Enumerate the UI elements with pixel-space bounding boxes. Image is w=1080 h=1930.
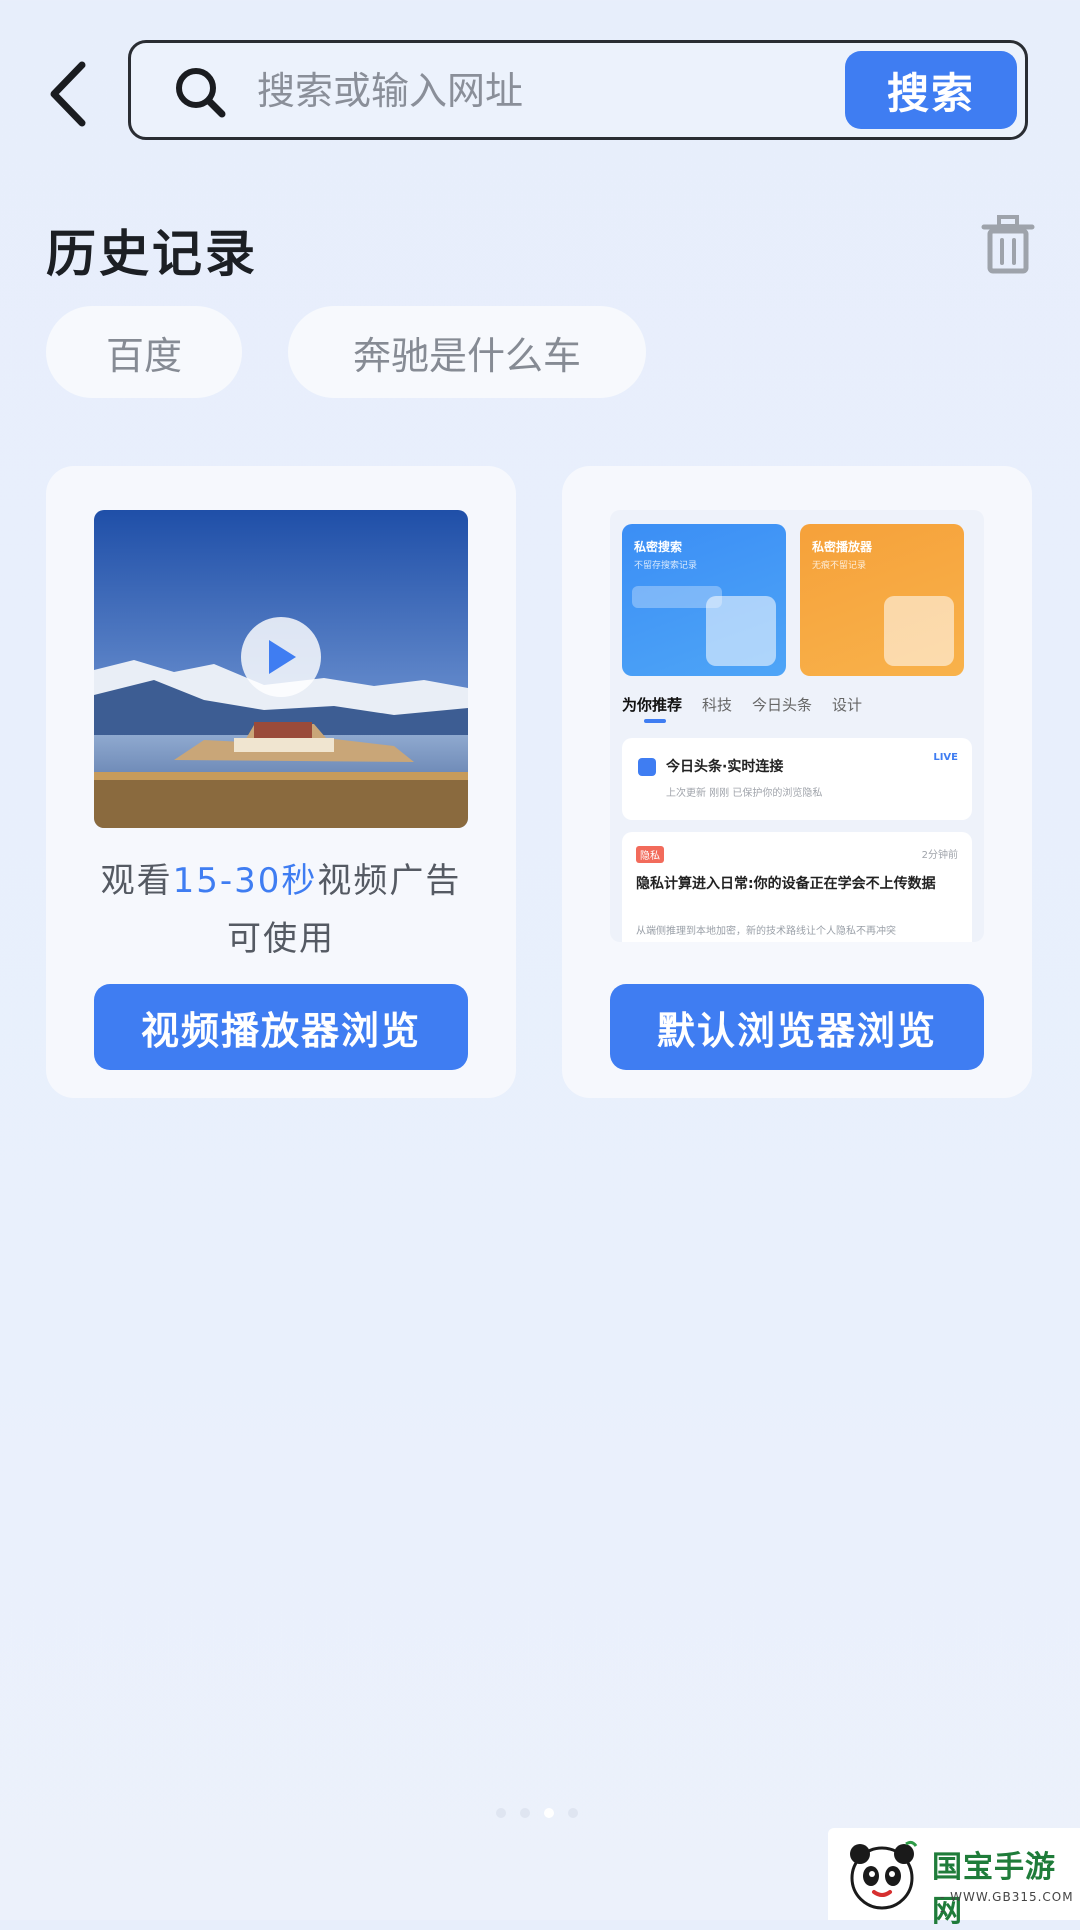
promo-illustration — [706, 596, 776, 666]
news-item: 隐私 2分钟前 隐私计算进入日常:你的设备正在学会不上传数据 从端侧推理到本地加… — [622, 832, 972, 942]
news-title: 今日头条·实时连接 — [666, 759, 784, 775]
page-dot — [568, 1808, 578, 1818]
preview-tab: 科技 — [702, 696, 733, 714]
page-dot-active — [544, 1808, 554, 1818]
history-title: 历史记录 — [46, 225, 258, 283]
search-input[interactable] — [257, 63, 817, 119]
preview-tab: 今日头条 — [752, 696, 813, 714]
promo-title: 私密播放器 — [812, 540, 873, 554]
news-title: 隐私计算进入日常:你的设备正在学会不上传数据 — [636, 876, 936, 892]
video-player-card: 观看15-30秒视频广告 可使用 视频播放器浏览 — [46, 466, 516, 1098]
back-button[interactable] — [38, 56, 98, 132]
promo-subtitle: 不留存搜索记录 — [634, 561, 698, 571]
back-arrow-icon — [50, 61, 86, 127]
news-item: 今日头条·实时连接 LIVE 上次更新 刚刚 已保护你的浏览隐私 — [622, 738, 972, 820]
promo-illustration — [884, 596, 954, 666]
page-dot — [496, 1808, 506, 1818]
history-chip[interactable]: 百度 — [46, 306, 242, 398]
ad-prefix: 观看 — [100, 861, 173, 901]
watermark-url: - WWW.GB315.COM - — [940, 1890, 1074, 1918]
search-bar: 搜索 — [128, 40, 1028, 140]
video-player-browse-button[interactable]: 视频播放器浏览 — [94, 984, 468, 1070]
news-meta: 上次更新 刚刚 已保护你的浏览隐私 — [666, 788, 823, 799]
live-badge: LIVE — [933, 752, 958, 763]
page-indicator — [496, 1808, 578, 1818]
promo-subtitle: 无痕不留记录 — [812, 561, 867, 571]
promo-private-search: 私密搜索 不留存搜索记录 — [622, 524, 786, 676]
news-source-icon — [638, 758, 656, 776]
ad-line2: 可使用 — [227, 919, 335, 959]
news-time: 2分钟前 — [921, 850, 958, 861]
browser-preview[interactable]: 私密搜索 不留存搜索记录 私密播放器 无痕不留记录 为你推荐 科技 今日头条 设… — [610, 510, 984, 942]
site-watermark: 国宝手游网 - WWW.GB315.COM - — [828, 1828, 1080, 1929]
ad-suffix: 视频广告 — [317, 861, 462, 901]
ad-duration: 15-30秒 — [172, 861, 318, 901]
news-description: 从端侧推理到本地加密，新的技术路线让个人隐私不再冲突 — [636, 926, 896, 937]
video-thumbnail[interactable] — [94, 510, 468, 828]
search-button[interactable]: 搜索 — [845, 51, 1017, 129]
play-icon — [269, 640, 296, 674]
search-icon — [176, 68, 226, 118]
default-browser-browse-button[interactable]: 默认浏览器浏览 — [610, 984, 984, 1070]
promo-title: 私密搜索 — [634, 540, 683, 554]
default-browser-card: 私密搜索 不留存搜索记录 私密播放器 无痕不留记录 为你推荐 科技 今日头条 设… — [562, 466, 1032, 1098]
preview-tab: 为你推荐 — [622, 696, 683, 723]
play-button[interactable] — [241, 617, 321, 697]
trash-icon[interactable] — [980, 215, 1036, 275]
page-dot — [520, 1808, 530, 1818]
panda-logo-icon — [850, 1840, 918, 1910]
promo-private-player: 私密播放器 无痕不留记录 — [800, 524, 964, 676]
preview-tab: 设计 — [832, 696, 863, 714]
news-tag: 隐私 — [636, 846, 664, 863]
ad-description: 观看15-30秒视频广告 可使用 — [46, 852, 516, 968]
history-chip[interactable]: 奔驰是什么车 — [288, 306, 646, 398]
preview-tabs: 为你推荐 科技 今日头条 设计 — [622, 694, 863, 723]
